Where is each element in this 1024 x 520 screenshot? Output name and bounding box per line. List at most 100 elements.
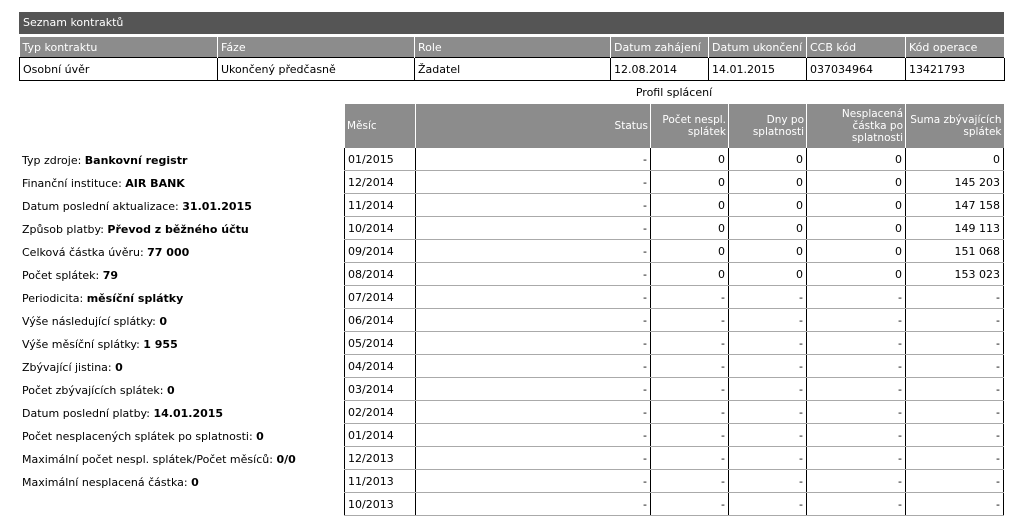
detail-label: Maximální nesplacená částka: [22, 476, 192, 489]
detail-label: Výše měsíční splátky: [22, 338, 144, 351]
table-row: 03/2014- - - - - [344, 377, 1004, 401]
table-row: 11/2014-0 0 0 147 158 [344, 193, 1004, 217]
profile-cell: - [806, 354, 906, 378]
detail-value: 79 [102, 269, 119, 282]
detail-value: 77 000 [147, 246, 190, 259]
detail-label: Maximální počet nespl. splátek/Počet měs… [22, 453, 277, 466]
profile-header-cell: Měsíc [344, 104, 416, 148]
detail-label: Počet splátek: [22, 269, 103, 282]
profile-cell: 0 [650, 148, 729, 171]
profile-cell: - [415, 170, 651, 194]
profile-cell: 0 [806, 216, 906, 240]
detail-label: Typ zdroje: [22, 154, 85, 167]
profile-title: Profil splácení [635, 86, 713, 99]
profile-cell: 0 [650, 193, 729, 217]
profile-cell: 0 [728, 193, 807, 217]
profile-cell: - [728, 469, 807, 493]
contract-header-cell: CCB kód [806, 37, 906, 58]
contract-header-cell: Datum ukončení [708, 37, 807, 58]
profile-cell: - [650, 446, 729, 470]
profile-cell: - [650, 423, 729, 447]
profile-cell: 0 [650, 170, 729, 194]
detail-label: Počet nesplacených splátek po splatnosti… [22, 430, 257, 443]
profile-cell: - [905, 331, 1004, 355]
contract-header-cell: Role [414, 37, 611, 58]
profile-cell: 0 [806, 239, 906, 263]
detail-item: Datum poslední aktualizace: 31.01.2015 [22, 195, 296, 218]
profile-cell: - [905, 423, 1004, 447]
profile-cell: - [905, 446, 1004, 470]
contract-header-cell: Kód operace [905, 37, 1005, 58]
profile-cell: - [728, 285, 807, 309]
profile-cell: 01/2015 [344, 148, 416, 171]
contract-row[interactable]: Osobní úvěr Ukončený předčasně Žadatel 12.0… [19, 57, 1005, 81]
detail-item: Periodicita: měsíční splátky [22, 287, 296, 310]
profile-cell: 12/2013 [344, 446, 416, 470]
contract-cell: Osobní úvěr [19, 57, 218, 81]
profile-cell: 03/2014 [344, 377, 416, 401]
contract-cell: 14.01.2015 [708, 57, 807, 81]
profile-cell: 0 [728, 216, 807, 240]
profile-cell: - [650, 400, 729, 424]
detail-value: 31.01.2015 [182, 200, 252, 213]
profile-cell: - [728, 423, 807, 447]
profile-cell: - [415, 148, 651, 171]
profile-cell: - [806, 331, 906, 355]
detail-item: Maximální počet nespl. splátek/Počet měs… [22, 448, 296, 471]
profile-cell: 09/2014 [344, 239, 416, 263]
profile-cell: - [905, 308, 1004, 332]
profile-cell: 06/2014 [344, 308, 416, 332]
profile-cell: 0 [728, 148, 807, 171]
profile-cell: - [728, 377, 807, 401]
detail-value: Převod z běžného účtu [107, 223, 249, 236]
profile-cell: - [415, 285, 651, 309]
contract-details: Typ zdroje: Bankovní registr Finanční ins… [22, 149, 296, 494]
profile-cell: 0 [806, 170, 906, 194]
profile-cell: - [415, 377, 651, 401]
detail-value: AIR BANK [125, 177, 185, 190]
table-row: 06/2014- - - - - [344, 308, 1004, 332]
profile-cell: - [806, 492, 906, 516]
table-row: 02/2014- - - - - [344, 400, 1004, 424]
profile-cell: 0 [728, 170, 807, 194]
detail-value: 1 955 [143, 338, 178, 351]
profile-cell: - [415, 423, 651, 447]
contract-cell: 12.08.2014 [610, 57, 709, 81]
profile-header-cell: Dny po splatnosti [728, 104, 807, 148]
profile-cell: - [806, 308, 906, 332]
profile-header-cell: Nesplacená částka po splatnosti [806, 104, 906, 148]
profile-cell: - [415, 331, 651, 355]
profile-cell: 11/2014 [344, 193, 416, 217]
table-row: 10/2014-0 0 0 149 113 [344, 216, 1004, 240]
profile-cell: - [905, 469, 1004, 493]
contract-cell: 037034964 [806, 57, 906, 81]
profile-cell: - [806, 285, 906, 309]
detail-value: 0 [159, 315, 168, 328]
table-row: 08/2014-0 0 0 153 023 [344, 262, 1004, 286]
profile-cell: - [415, 262, 651, 286]
repayment-profile-table: Měsíc Status Počet nespl. splátek Dny po sp… [344, 104, 1004, 516]
detail-item: Počet splátek: 79 [22, 264, 296, 287]
profile-cell: 04/2014 [344, 354, 416, 378]
contract-cell: 13421793 [905, 57, 1005, 81]
profile-cell: 149 113 [905, 216, 1004, 240]
detail-item: Datum poslední platby: 14.01.2015 [22, 402, 296, 425]
detail-value: měsíční splátky [86, 292, 184, 305]
detail-label: Datum poslední platby: [22, 407, 154, 420]
profile-cell: - [806, 400, 906, 424]
profile-cell: 07/2014 [344, 285, 416, 309]
profile-cell: - [650, 469, 729, 493]
profile-cell: 147 158 [905, 193, 1004, 217]
profile-cell: 151 068 [905, 239, 1004, 263]
profile-cell: - [728, 331, 807, 355]
table-row: 10/2013- - - - - [344, 492, 1004, 516]
detail-label: Periodicita: [22, 292, 87, 305]
profile-cell: - [806, 446, 906, 470]
profile-cell: 0 [806, 262, 906, 286]
profile-cell: 0 [650, 262, 729, 286]
profile-cell: - [415, 216, 651, 240]
profile-cell: - [728, 354, 807, 378]
profile-cell: 0 [728, 262, 807, 286]
profile-cell: - [650, 377, 729, 401]
detail-item: Zbývající jistina: 0 [22, 356, 296, 379]
